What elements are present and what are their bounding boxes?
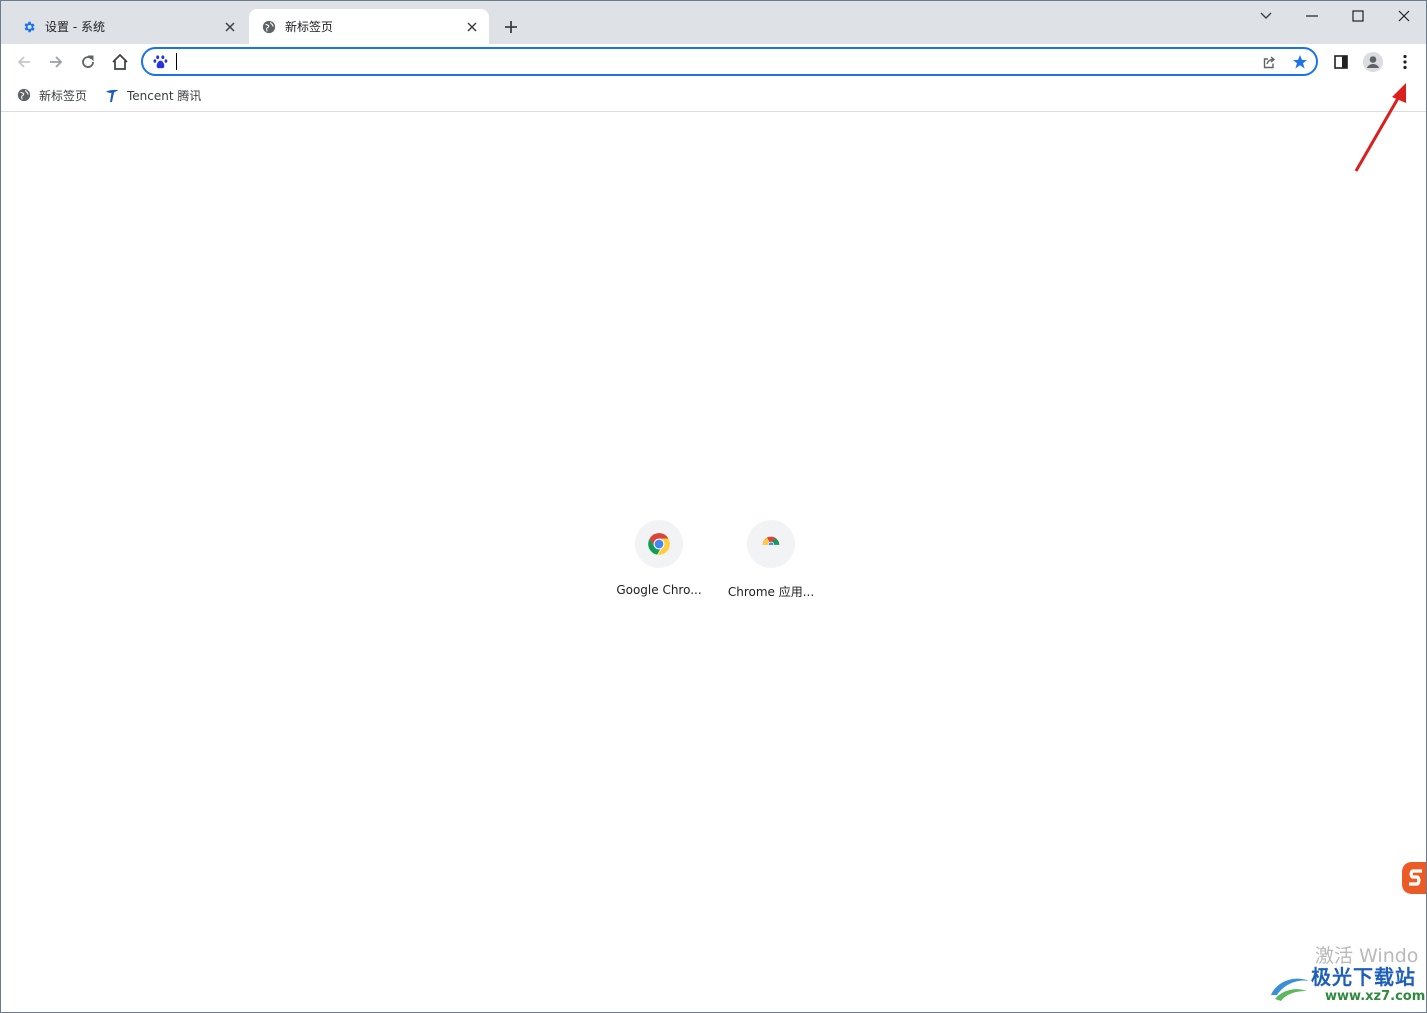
globe-icon <box>16 87 32 103</box>
tab-settings-system[interactable]: 设置 - 系统 <box>9 9 247 44</box>
chrome-web-store-icon <box>762 536 780 550</box>
close-tab-icon[interactable] <box>221 18 239 36</box>
shortcut-icon-circle <box>635 520 683 568</box>
shortcut-tile[interactable]: Chrome 应用... <box>715 520 827 600</box>
settings-gear-icon <box>21 19 37 35</box>
close-tab-icon[interactable] <box>463 18 481 36</box>
side-panel-icon <box>1334 55 1348 69</box>
forward-button[interactable] <box>43 49 69 75</box>
close-icon <box>1398 10 1410 22</box>
site-url: www.xz7.com <box>1325 989 1426 1004</box>
tab-new-tab[interactable]: 新标签页 <box>249 9 489 44</box>
site-watermark-logo: 极光下载站 www.xz7.com <box>1267 961 1426 1007</box>
bookmark-label: 新标签页 <box>39 88 88 103</box>
omnibox-input[interactable] <box>175 52 1245 72</box>
annotation-arrow <box>1354 83 1406 172</box>
address-bar[interactable] <box>141 47 1318 76</box>
chevron-down-icon <box>1260 12 1272 19</box>
share-icon[interactable] <box>1260 54 1278 72</box>
minimize-button[interactable] <box>1297 5 1327 27</box>
tencent-logo-icon <box>104 87 120 103</box>
tab-title: 新标签页 <box>285 20 334 34</box>
back-button[interactable] <box>11 49 37 75</box>
bookmark-label: Tencent 腾讯 <box>127 88 202 103</box>
reload-icon <box>82 55 94 68</box>
bookmark-item[interactable]: 新标签页 <box>16 85 87 105</box>
tab-strip: 设置 - 系统 新标签页 <box>1 1 1426 44</box>
home-button[interactable] <box>107 49 133 75</box>
shortcut-tile[interactable]: Google Chro... <box>603 520 715 597</box>
browser-window: 设置 - 系统 新标签页 新标签页 Tencent 腾讯 Google Chro… <box>0 0 1427 1013</box>
more-vert-icon <box>1403 54 1407 70</box>
new-tab-button[interactable] <box>500 16 522 38</box>
maximize-icon <box>1352 10 1364 22</box>
plus-icon <box>505 21 517 33</box>
bookmark-item[interactable]: Tencent 腾讯 <box>104 85 201 105</box>
avatar-icon <box>1363 52 1383 72</box>
tab-title: 设置 - 系统 <box>45 20 105 34</box>
arrow-left-icon <box>17 56 30 68</box>
sogou-ime-icon[interactable] <box>1402 862 1426 894</box>
bookmark-star-icon[interactable] <box>1292 54 1310 72</box>
minimize-icon <box>1306 15 1318 17</box>
close-window-button[interactable] <box>1389 5 1419 27</box>
maximize-button[interactable] <box>1343 5 1373 27</box>
home-icon <box>112 53 128 70</box>
shortcut-label: Google Chro... <box>616 583 702 597</box>
aurora-logo-icon <box>1271 978 1309 1001</box>
shortcut-label: Chrome 应用... <box>727 585 815 599</box>
toolbar <box>1 44 1426 80</box>
chrome-logo-icon <box>648 533 670 555</box>
site-name: 极光下载站 <box>1311 965 1416 989</box>
baidu-paw-icon <box>153 54 169 70</box>
reload-button[interactable] <box>75 49 101 75</box>
arrow-right-icon <box>50 56 63 68</box>
shortcut-icon-circle <box>747 520 795 568</box>
globe-icon <box>261 19 277 35</box>
tab-search-button[interactable] <box>1251 5 1281 27</box>
bookmarks-bar: 新标签页 Tencent 腾讯 <box>1 80 1426 112</box>
